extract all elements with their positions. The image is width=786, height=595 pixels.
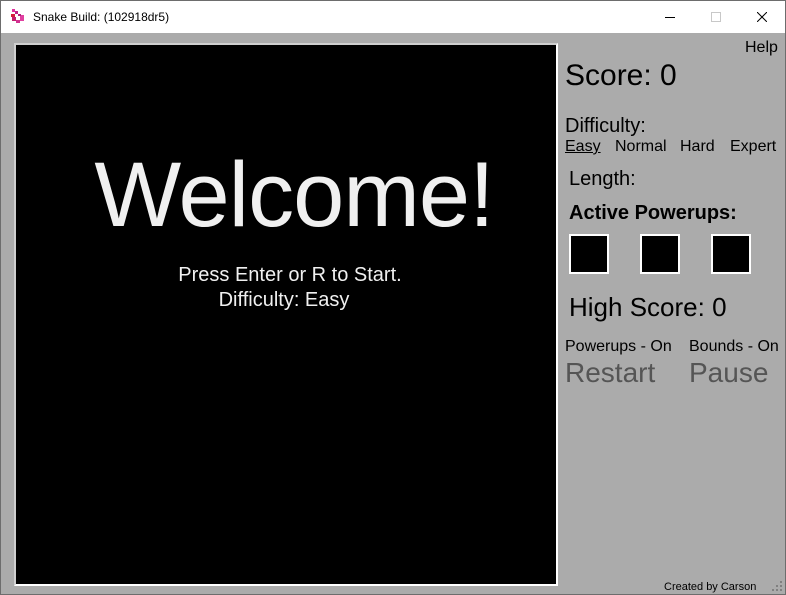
help-link[interactable]: Help [745, 39, 778, 57]
difficulty-option-normal[interactable]: Normal [615, 138, 667, 156]
bounds-toggle[interactable]: Bounds - On [689, 338, 779, 356]
resize-grip-icon[interactable] [771, 579, 783, 591]
maximize-icon [711, 12, 721, 22]
powerup-slot [711, 234, 751, 274]
window-title: Snake Build: (102918dr5) [33, 10, 170, 24]
restart-button[interactable]: Restart [565, 357, 655, 389]
credit-text: Created by Carson Kelley [664, 581, 757, 594]
powerups-toggle[interactable]: Powerups - On [565, 338, 672, 356]
difficulty-option-expert[interactable]: Expert [730, 138, 776, 156]
high-score-label: High Score: 0 [569, 292, 727, 322]
powerup-slot [569, 234, 609, 274]
length-label: Length: [569, 168, 636, 190]
client-area: Welcome! Press Enter or R to Start. Diff… [1, 33, 785, 594]
score-label: Score: 0 [565, 59, 677, 92]
pause-button[interactable]: Pause [689, 357, 768, 389]
welcome-heading: Welcome! [94, 144, 494, 246]
start-prompt: Press Enter or R to Start. [178, 264, 402, 286]
active-powerups-label: Active Powerups: [569, 202, 737, 224]
minimize-icon [665, 17, 675, 18]
difficulty-label: Difficulty: [565, 115, 646, 137]
minimize-button[interactable] [647, 1, 693, 33]
maximize-button[interactable] [693, 1, 739, 33]
difficulty-option-easy[interactable]: Easy [565, 138, 601, 156]
current-difficulty-text: Difficulty: Easy [218, 289, 350, 311]
powerup-slot [640, 234, 680, 274]
close-button[interactable] [739, 1, 785, 33]
title-bar[interactable]: Snake Build: (102918dr5) [1, 1, 785, 33]
game-board[interactable]: Welcome! Press Enter or R to Start. Diff… [14, 43, 558, 586]
snake-app-icon [10, 9, 26, 25]
close-icon [757, 12, 767, 22]
app-window: Snake Build: (102918dr5) Welcome! Press … [0, 0, 786, 595]
difficulty-option-hard[interactable]: Hard [680, 138, 715, 156]
